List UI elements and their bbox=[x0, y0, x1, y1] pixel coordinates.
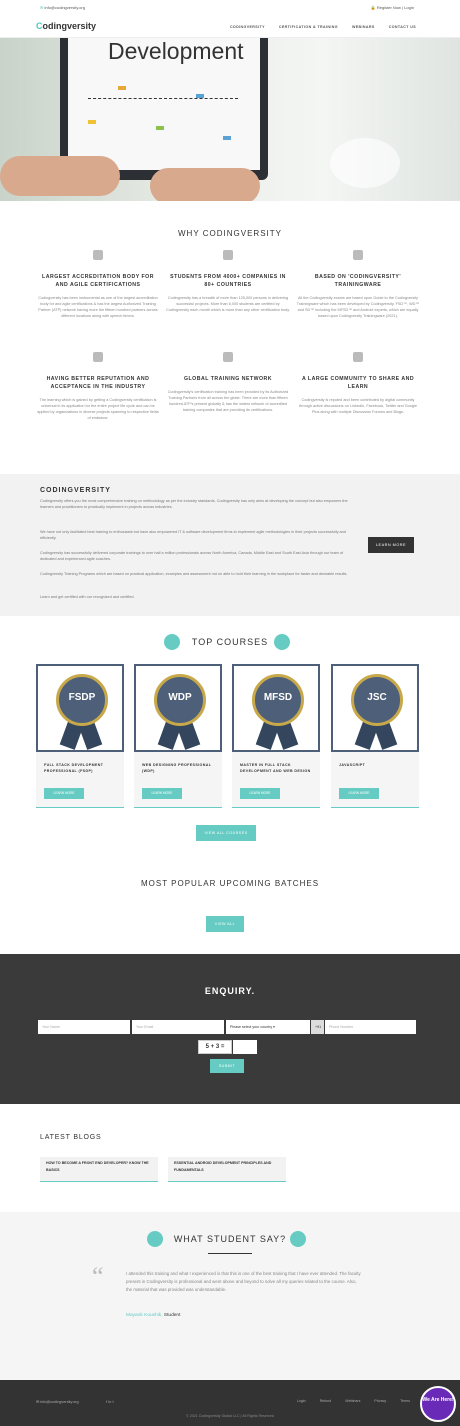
course-card[interactable]: WDP WEB DESIGNING PROFESSIONAL (WDP) LEA… bbox=[134, 664, 222, 808]
course-badge-image: JSC bbox=[331, 664, 419, 752]
batches-title: MOST POPULAR UPCOMING BATCHES bbox=[140, 879, 320, 888]
network-icon bbox=[223, 352, 233, 362]
community-icon bbox=[353, 352, 363, 362]
register-link[interactable]: Register Now bbox=[377, 5, 401, 10]
course-card[interactable]: JSC JAVASCRIPT LEARN MORE bbox=[331, 664, 419, 808]
flow-line bbox=[88, 98, 238, 99]
social-icons: f in t bbox=[106, 1399, 114, 1404]
users-icon bbox=[223, 250, 233, 260]
course-badge-image: WDP bbox=[134, 664, 222, 752]
country-code: +91 bbox=[311, 1020, 324, 1034]
learn-more-button[interactable]: LEARN MORE bbox=[142, 788, 182, 799]
lock-icon: 🔒 bbox=[370, 5, 376, 10]
footer-links: Login Refund Webinars Privacy Terms bbox=[297, 1399, 410, 1403]
course-badge-image: FSDP bbox=[36, 664, 124, 752]
testimonial-author: Mayank Koushik, Student bbox=[126, 1313, 181, 1318]
submit-button[interactable]: SUBMIT bbox=[210, 1059, 244, 1073]
laptop-screen: Development bbox=[68, 38, 260, 170]
footer-link-terms[interactable]: Terms bbox=[400, 1399, 410, 1403]
why-item: HAVING BETTER REPUTATION AND ACCEPTANCE … bbox=[36, 352, 160, 421]
main-nav: Codingversity CODINGVERSITY CERTIFICATIO… bbox=[0, 14, 460, 38]
glass-image bbox=[330, 138, 400, 188]
twitter-icon[interactable]: t bbox=[113, 1399, 114, 1404]
topbar-auth: 🔒 Register Now | Login bbox=[370, 5, 414, 10]
nav-link-certification[interactable]: CERTIFICATION & TRAINING bbox=[279, 25, 338, 29]
nav-link-codingversity[interactable]: CODINGVERSITY bbox=[230, 25, 265, 29]
courses-title: TOP COURSES bbox=[191, 637, 269, 647]
why-title: WHY CODINGVERSITY bbox=[178, 229, 282, 238]
login-link[interactable]: Login bbox=[404, 5, 414, 10]
graduation-cap-icon bbox=[353, 250, 363, 260]
about-section: CODINGVERSITY Codingversity offers you t… bbox=[0, 474, 460, 616]
view-all-courses-button[interactable]: VIEW ALL COURSES bbox=[196, 825, 256, 841]
mail-icon: ✉ bbox=[40, 5, 44, 10]
why-item: A LARGE COMMUNITY TO SHARE AND LEARN Cod… bbox=[296, 352, 420, 415]
topbar-email[interactable]: ✉ info@codingversity.org bbox=[40, 5, 85, 10]
about-title: CODINGVERSITY bbox=[40, 487, 111, 494]
top-bar: ✉ info@codingversity.org 🔒 Register Now … bbox=[0, 0, 460, 14]
chat-widget-button[interactable]: We Are Here! bbox=[420, 1386, 456, 1422]
copyright: © 2021 Codingversity Global LLC | All Ri… bbox=[186, 1414, 274, 1418]
why-item: LARGEST ACCREDITATION BODY FOR AND AGILE… bbox=[36, 250, 160, 319]
why-item: STUDENTS FROM 4000+ COMPANIES IN 80+ COU… bbox=[166, 250, 290, 313]
view-all-batches-button[interactable]: VIEW ALL bbox=[206, 916, 244, 932]
about-learn-more-button[interactable]: LEARN MORE bbox=[368, 537, 414, 553]
blog-card[interactable]: HOW TO BECOME A FRONT END DEVELOPER? KNO… bbox=[40, 1157, 158, 1182]
footer-link-webinars[interactable]: Webinars bbox=[345, 1399, 360, 1403]
hand-image bbox=[150, 168, 260, 201]
why-item: BASED ON 'CODINGVERSITY' TRAININGWARE Al… bbox=[296, 250, 420, 319]
enquiry-title: ENQUIRY. bbox=[204, 986, 256, 996]
document-icon bbox=[93, 352, 103, 362]
learn-more-button[interactable]: LEARN MORE bbox=[339, 788, 379, 799]
footer-link-refund[interactable]: Refund bbox=[320, 1399, 332, 1403]
site-logo[interactable]: Codingversity bbox=[36, 21, 96, 31]
course-card[interactable]: FSDP FULL STACK DEVELOPMENT PROFESSIONAL… bbox=[36, 664, 124, 808]
testimonial-section: WHAT STUDENT SAY? “ I attended this trai… bbox=[0, 1212, 460, 1380]
flow-box bbox=[88, 120, 96, 124]
linkedin-icon[interactable]: in bbox=[108, 1399, 111, 1404]
phone-field[interactable]: Phone Number bbox=[325, 1020, 416, 1034]
hero-banner: Development bbox=[0, 38, 460, 201]
footer-link-login[interactable]: Login bbox=[297, 1399, 306, 1403]
facebook-icon[interactable]: f bbox=[106, 1399, 107, 1404]
flow-box bbox=[156, 126, 164, 130]
certificate-icon bbox=[93, 250, 103, 260]
captcha-question: 5 + 3 = bbox=[198, 1040, 232, 1054]
why-item: GLOBAL TRAINING NETWORK Codingversity's … bbox=[166, 352, 290, 413]
learn-more-button[interactable]: LEARN MORE bbox=[44, 788, 84, 799]
footer-email[interactable]: ✉ info@codingversity.org bbox=[36, 1399, 79, 1404]
chevron-down-icon: ▾ bbox=[273, 1025, 275, 1029]
nav-links: CODINGVERSITY CERTIFICATION & TRAINING W… bbox=[230, 25, 416, 29]
flow-box bbox=[223, 136, 231, 140]
testimonial-quote: I attended this training and what I expe… bbox=[126, 1271, 361, 1292]
blogs-title: LATEST BLOGS bbox=[40, 1134, 102, 1141]
country-select[interactable]: Please select your country ▾ bbox=[226, 1020, 310, 1034]
footer-link-privacy[interactable]: Privacy bbox=[374, 1399, 386, 1403]
captcha-input[interactable] bbox=[233, 1040, 257, 1054]
quote-icon: “ bbox=[92, 1262, 104, 1291]
flow-box bbox=[118, 86, 126, 90]
hand-image bbox=[0, 156, 120, 196]
testimonial-title: WHAT STUDENT SAY? bbox=[173, 1234, 287, 1244]
name-field[interactable]: Your Name bbox=[38, 1020, 130, 1034]
divider bbox=[208, 1253, 252, 1254]
learn-more-button[interactable]: LEARN MORE bbox=[240, 788, 280, 799]
nav-link-contact[interactable]: CONTACT US bbox=[389, 25, 416, 29]
blog-card[interactable]: ESSENTIAL ANDROID DEVELOPMENT PRINCIPLES… bbox=[168, 1157, 286, 1182]
hero-title: Development bbox=[108, 38, 244, 64]
course-badge-image: MFSD bbox=[232, 664, 320, 752]
footer: ✉ info@codingversity.org f in t Login Re… bbox=[0, 1380, 460, 1426]
nav-link-webinars[interactable]: WEBINARS bbox=[352, 25, 375, 29]
course-card[interactable]: MFSD MASTER IN FULL STACK DEVELOPMENT AN… bbox=[232, 664, 320, 808]
email-field[interactable]: Your Email bbox=[132, 1020, 224, 1034]
mail-icon: ✉ bbox=[36, 1400, 40, 1404]
